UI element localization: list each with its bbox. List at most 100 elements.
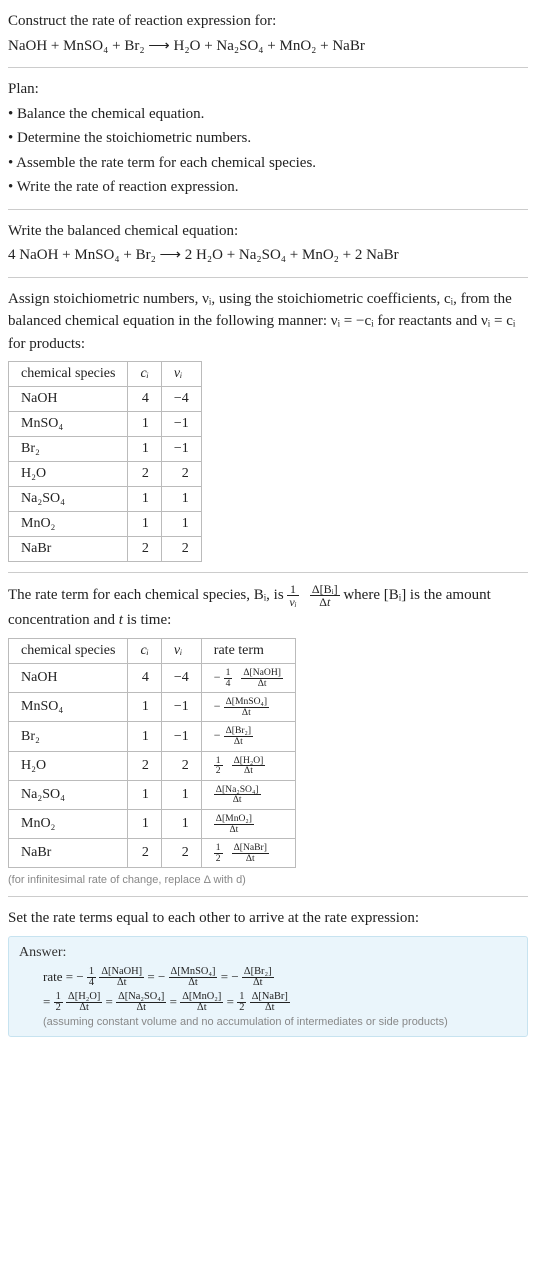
divider: [8, 277, 528, 278]
delta-frac: Δ[MnSO₄]Δt: [224, 697, 270, 717]
equals: =: [106, 994, 117, 1009]
rate-line1: rate = − 14 Δ[NaOH]Δt = − Δ[MnSO₄]Δt = −…: [43, 969, 274, 984]
cell-species: MnO₂: [9, 512, 128, 537]
cell-species: H₂O: [9, 751, 128, 780]
delta-frac: Δ[Br₂]Δt: [224, 726, 254, 746]
balanced-equation: 4 NaOH + MnSO₄ + Br₂ ⟶ 2 H₂O + Na₂SO₄ + …: [8, 244, 528, 267]
cell-c: 2: [128, 462, 161, 487]
coeff-frac: 12: [214, 843, 223, 863]
ci-label: cᵢ: [140, 366, 148, 381]
cell-c: 2: [128, 839, 161, 868]
delta-frac: Δ[NaBr]Δt: [232, 843, 269, 863]
col-species: chemical species: [9, 362, 128, 387]
answer-note: (assuming constant volume and no accumul…: [19, 1016, 517, 1028]
table-row: Na₂SO₄11: [9, 487, 202, 512]
delta-frac: Δ[NaBr]Δt: [250, 992, 290, 1014]
prompt-text: Construct the rate of reaction expressio…: [8, 10, 528, 33]
plan-item: • Assemble the rate term for each chemic…: [8, 152, 528, 175]
vi-label: νᵢ: [174, 643, 182, 658]
plan-item: • Determine the stoichiometric numbers.: [8, 127, 528, 150]
cell-c: 1: [128, 780, 161, 809]
rate-term-intro: The rate term for each chemical species,…: [8, 583, 528, 632]
cell-species: H₂O: [9, 462, 128, 487]
table-row: H₂O 2 2 12 Δ[H₂O]Δt: [9, 751, 296, 780]
delta-frac: Δ[MnSO₄]Δt: [169, 967, 218, 989]
cell-rate-term: Δ[Na₂SO₄]Δt: [201, 780, 295, 809]
cell-species: MnSO₄: [9, 412, 128, 437]
delta-bi-frac: Δ[Bᵢ]Δt: [310, 583, 340, 608]
cell-c: 1: [128, 412, 161, 437]
rate-expression: rate = − 14 Δ[NaOH]Δt = − Δ[MnSO₄]Δt = −…: [19, 965, 517, 1014]
cell-c: 1: [128, 693, 161, 722]
cell-rate-term: − Δ[MnSO₄]Δt: [201, 693, 295, 722]
coeff-frac: 14: [87, 967, 96, 989]
rate-term-table: chemical species cᵢ νᵢ rate term NaOH 4 …: [8, 638, 296, 868]
delta-frac: Δ[Na₂SO₄]Δt: [116, 992, 166, 1014]
rate-term-suffix: is time:: [123, 612, 171, 628]
answer-label: Answer:: [19, 945, 517, 961]
cell-v: −4: [161, 387, 201, 412]
cell-species: MnO₂: [9, 810, 128, 839]
rate-prefix: rate = −: [43, 969, 84, 984]
coeff-frac: 12: [54, 992, 63, 1014]
delta-frac: Δ[Br₂]Δt: [242, 967, 274, 989]
cell-species: NaOH: [9, 664, 128, 693]
plan-item: • Balance the chemical equation.: [8, 103, 528, 126]
table-row: NaBr22: [9, 537, 202, 562]
table-row: Na₂SO₄ 1 1 Δ[Na₂SO₄]Δt: [9, 780, 296, 809]
table-row: Br₂ 1 −1 − Δ[Br₂]Δt: [9, 722, 296, 751]
delta-frac: Δ[NaOH]Δt: [99, 967, 144, 989]
ci-label: cᵢ: [140, 643, 148, 658]
cell-rate-term: 12 Δ[NaBr]Δt: [201, 839, 295, 868]
equals: =: [227, 994, 238, 1009]
minus: −: [231, 969, 238, 984]
cell-c: 2: [128, 751, 161, 780]
table-row: MnO₂ 1 1 Δ[MnO₂]Δt: [9, 810, 296, 839]
cell-species: MnSO₄: [9, 693, 128, 722]
cell-c: 4: [128, 664, 161, 693]
equals: =: [43, 994, 54, 1009]
sign: −: [214, 670, 221, 684]
cell-rate-term: Δ[MnO₂]Δt: [201, 810, 295, 839]
assign-text: Assign stoichiometric numbers, νᵢ, using…: [8, 288, 528, 356]
table-row: NaOH4−4: [9, 387, 202, 412]
cell-v: 1: [161, 780, 201, 809]
divider: [8, 572, 528, 573]
answer-box: Answer: rate = − 14 Δ[NaOH]Δt = − Δ[MnSO…: [8, 936, 528, 1037]
coeff-frac: 12: [214, 756, 223, 776]
minus: −: [158, 969, 165, 984]
cell-v: 2: [161, 462, 201, 487]
sign: −: [214, 699, 221, 713]
cell-v: −4: [161, 664, 201, 693]
cell-rate-term: − Δ[Br₂]Δt: [201, 722, 295, 751]
cell-v: 1: [161, 487, 201, 512]
sign: −: [214, 728, 221, 742]
cell-species: Br₂: [9, 437, 128, 462]
table-row: MnSO₄1−1: [9, 412, 202, 437]
table-row: NaOH 4 −4 − 14 Δ[NaOH]Δt: [9, 664, 296, 693]
table-row: H₂O22: [9, 462, 202, 487]
table-header-row: chemical species cᵢ νᵢ: [9, 362, 202, 387]
cell-species: NaBr: [9, 537, 128, 562]
plan-heading: Plan:: [8, 78, 528, 101]
delta-frac: Δ[MnO₂]Δt: [180, 992, 223, 1014]
delta-frac: Δ[MnO₂]Δt: [214, 814, 254, 834]
final-heading: Set the rate terms equal to each other t…: [8, 907, 528, 930]
cell-v: 2: [161, 751, 201, 780]
cell-c: 1: [128, 810, 161, 839]
cell-species: Na₂SO₄: [9, 487, 128, 512]
coeff-frac: 14: [224, 668, 233, 688]
cell-v: −1: [161, 437, 201, 462]
delta-frac: Δ[Na₂SO₄]Δt: [214, 785, 261, 805]
cell-species: Na₂SO₄: [9, 780, 128, 809]
cell-c: 4: [128, 387, 161, 412]
cell-v: −1: [161, 722, 201, 751]
cell-v: 2: [161, 537, 201, 562]
table2-note: (for infinitesimal rate of change, repla…: [8, 874, 528, 886]
table-row: Br₂1−1: [9, 437, 202, 462]
cell-v: −1: [161, 693, 201, 722]
divider: [8, 209, 528, 210]
equals: =: [170, 994, 181, 1009]
divider: [8, 67, 528, 68]
col-vi: νᵢ: [161, 639, 201, 664]
